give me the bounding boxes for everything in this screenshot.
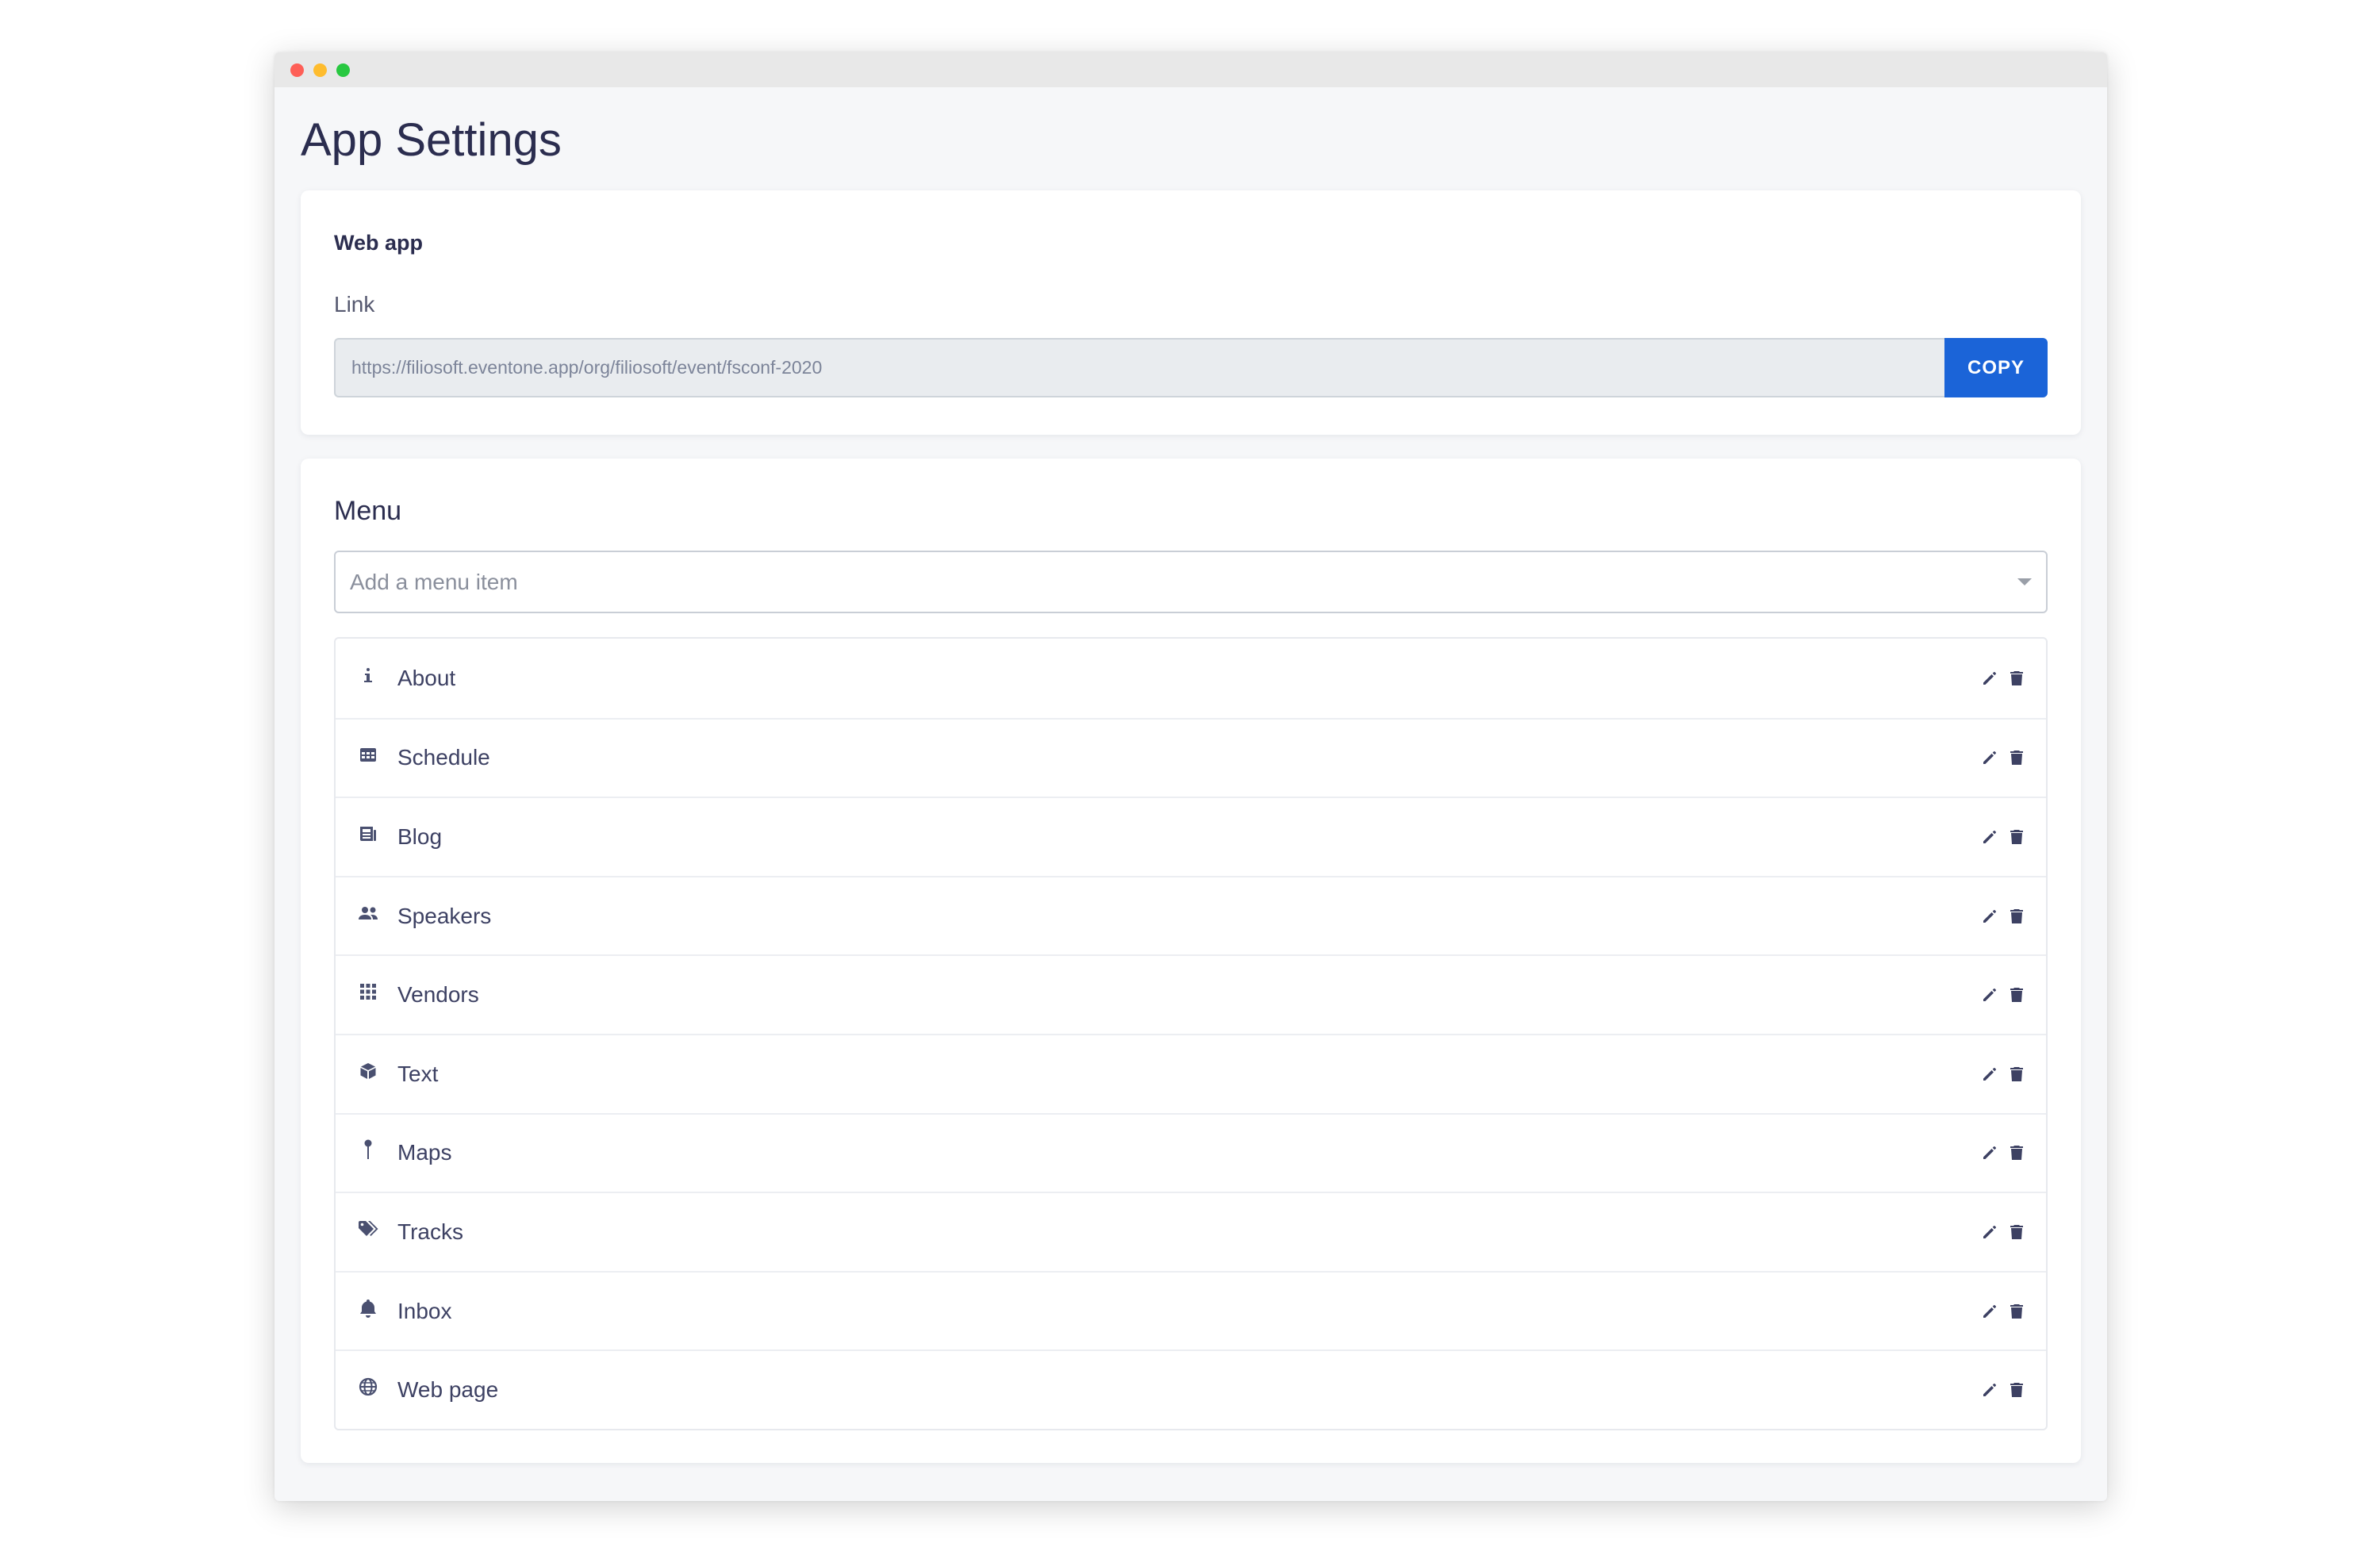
close-window-button[interactable] — [290, 63, 304, 77]
row-actions — [1971, 1144, 2025, 1161]
tags-icon — [358, 1219, 378, 1239]
menu-item-text[interactable]: Text — [336, 1033, 2046, 1113]
row-actions — [1971, 828, 2025, 846]
trash-icon[interactable] — [2008, 670, 2025, 687]
menu-item-label: About — [397, 665, 456, 690]
menu-item-list: About Schedule Blog Speakers Vendors Tex… — [334, 637, 2048, 1430]
newspaper-icon — [358, 823, 378, 844]
row-actions — [1971, 1223, 2025, 1241]
add-menu-item-select[interactable]: Add a menu item — [334, 551, 2048, 613]
window-titlebar — [274, 52, 2107, 87]
globe-icon — [358, 1376, 378, 1397]
app-window: App Settings Web app Link COPY Menu Add … — [274, 52, 2107, 1501]
menu-item-label: Speakers — [397, 903, 492, 928]
menu-item-label: Blog — [397, 823, 443, 849]
link-label: Link — [334, 292, 375, 317]
page-content: App Settings Web app Link COPY Menu Add … — [274, 87, 2107, 1463]
menu-item-web-page[interactable]: Web page — [336, 1349, 2046, 1429]
menu-item-vendors[interactable]: Vendors — [336, 954, 2046, 1034]
row-actions — [1971, 749, 2025, 766]
trash-icon[interactable] — [2008, 1303, 2025, 1320]
menu-item-label: Inbox — [397, 1298, 452, 1323]
edit-icon[interactable] — [1981, 908, 1998, 925]
trash-icon[interactable] — [2008, 986, 2025, 1004]
menu-item-label: Text — [397, 1061, 439, 1086]
edit-icon[interactable] — [1981, 749, 1998, 766]
menu-heading: Menu — [334, 496, 402, 526]
select-placeholder: Add a menu item — [350, 569, 518, 594]
menu-item-blog[interactable]: Blog — [336, 797, 2046, 876]
web-app-heading: Web app — [334, 231, 424, 255]
maximize-window-button[interactable] — [336, 63, 350, 77]
users-icon — [358, 903, 378, 923]
trash-icon[interactable] — [2008, 1381, 2025, 1399]
menu-item-about[interactable]: About — [336, 639, 2046, 718]
edit-icon[interactable] — [1981, 828, 1998, 846]
trash-icon[interactable] — [2008, 828, 2025, 846]
menu-card: Menu Add a menu item About Schedule Blog… — [301, 459, 2081, 1463]
menu-item-speakers[interactable]: Speakers — [336, 875, 2046, 955]
trash-icon[interactable] — [2008, 1144, 2025, 1161]
edit-icon[interactable] — [1981, 670, 1998, 687]
info-icon — [358, 665, 378, 685]
copy-button[interactable]: COPY — [1944, 338, 2048, 397]
menu-item-label: Tracks — [397, 1219, 463, 1244]
menu-item-label: Web page — [397, 1377, 499, 1403]
trash-icon[interactable] — [2008, 908, 2025, 925]
bell-icon — [358, 1298, 378, 1319]
row-actions — [1971, 986, 2025, 1004]
edit-icon[interactable] — [1981, 1303, 1998, 1320]
row-actions — [1971, 1381, 2025, 1399]
grid-icon — [358, 981, 378, 1002]
menu-item-label: Schedule — [397, 745, 490, 770]
edit-icon[interactable] — [1981, 1381, 1998, 1399]
menu-item-tracks[interactable]: Tracks — [336, 1192, 2046, 1271]
link-input-group: COPY — [334, 338, 2048, 397]
menu-item-inbox[interactable]: Inbox — [336, 1270, 2046, 1350]
calendar-icon — [358, 744, 378, 765]
edit-icon[interactable] — [1981, 1223, 1998, 1241]
edit-icon[interactable] — [1981, 1144, 1998, 1161]
minimize-window-button[interactable] — [313, 63, 327, 77]
trash-icon[interactable] — [2008, 1065, 2025, 1083]
map-pin-icon — [358, 1139, 378, 1160]
row-actions — [1971, 670, 2025, 687]
page-title: App Settings — [301, 114, 562, 166]
menu-item-maps[interactable]: Maps — [336, 1112, 2046, 1192]
cube-icon — [358, 1061, 378, 1081]
row-actions — [1971, 908, 2025, 925]
menu-item-label: Vendors — [397, 982, 479, 1008]
caret-down-icon — [2017, 578, 2032, 585]
menu-item-label: Maps — [397, 1140, 452, 1165]
edit-icon[interactable] — [1981, 986, 1998, 1004]
edit-icon[interactable] — [1981, 1065, 1998, 1083]
row-actions — [1971, 1303, 2025, 1320]
trash-icon[interactable] — [2008, 749, 2025, 766]
trash-icon[interactable] — [2008, 1223, 2025, 1241]
menu-item-schedule[interactable]: Schedule — [336, 717, 2046, 797]
row-actions — [1971, 1065, 2025, 1083]
web-app-card: Web app Link COPY — [301, 190, 2081, 435]
link-input[interactable] — [334, 338, 1944, 397]
